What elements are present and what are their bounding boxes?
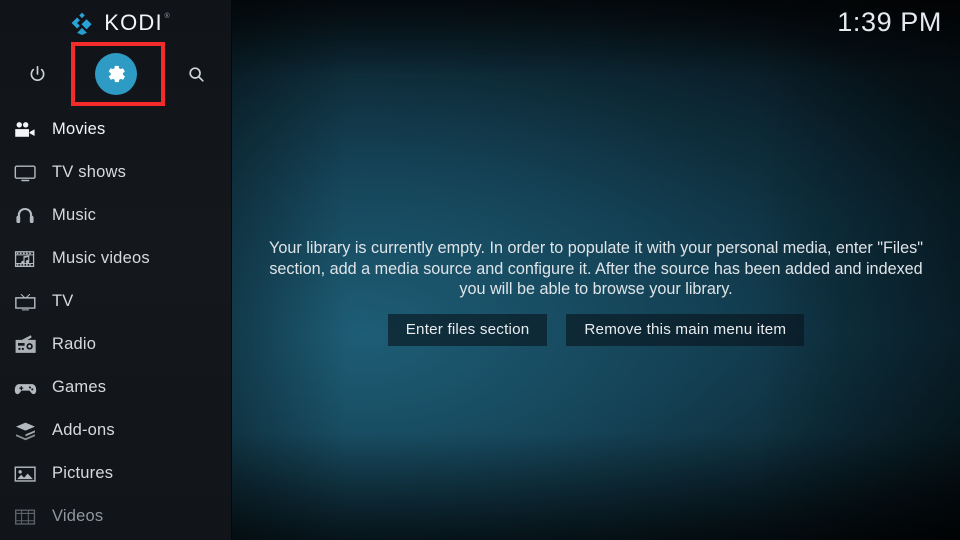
settings-gear-circle bbox=[95, 53, 137, 95]
sidebar-item-add-ons[interactable]: Add-ons bbox=[0, 409, 232, 452]
sidebar-item-label: Radio bbox=[52, 335, 97, 353]
empty-library-buttons: Enter files section Remove this main men… bbox=[232, 313, 960, 346]
kodi-logo: KODI ® bbox=[0, 6, 232, 40]
kodi-wordmark-text: KODI bbox=[104, 10, 163, 35]
television-icon bbox=[10, 160, 40, 186]
sidebar-item-label: Add-ons bbox=[52, 421, 115, 439]
sidebar-item-label: Movies bbox=[52, 120, 106, 138]
power-icon[interactable] bbox=[9, 46, 65, 102]
tv-crt-icon bbox=[10, 289, 40, 315]
sidebar-item-label: Videos bbox=[52, 507, 104, 525]
search-icon[interactable] bbox=[168, 46, 224, 102]
headphones-icon bbox=[10, 203, 40, 229]
sidebar-item-radio[interactable]: Radio bbox=[0, 323, 232, 366]
sidebar-item-label: TV bbox=[52, 292, 74, 310]
film-note-icon bbox=[10, 246, 40, 272]
sidebar-item-tv[interactable]: TV bbox=[0, 280, 232, 323]
sidebar-item-games[interactable]: Games bbox=[0, 366, 232, 409]
addon-box-icon bbox=[10, 418, 40, 444]
gamepad-icon bbox=[10, 375, 40, 401]
kodi-home-screen: KODI ® Movies TV shows Music Music video… bbox=[0, 0, 960, 540]
film-strip-icon bbox=[10, 504, 40, 530]
enter-files-section-button[interactable]: Enter files section bbox=[387, 313, 548, 346]
kodi-trademark: ® bbox=[164, 13, 171, 20]
sidebar-item-label: Music videos bbox=[52, 249, 150, 267]
settings-gear-icon[interactable] bbox=[88, 46, 144, 102]
movie-camera-icon bbox=[10, 117, 40, 143]
picture-icon bbox=[10, 461, 40, 487]
sidebar-item-tv-shows[interactable]: TV shows bbox=[0, 151, 232, 194]
sidebar-item-movies[interactable]: Movies bbox=[0, 108, 232, 151]
sidebar-item-music[interactable]: Music bbox=[0, 194, 232, 237]
kodi-logo-icon bbox=[69, 10, 95, 36]
kodi-wordmark: KODI ® bbox=[104, 10, 169, 35]
top-icon-row bbox=[0, 46, 232, 102]
sidebar-item-videos[interactable]: Videos bbox=[0, 495, 232, 538]
sidebar: KODI ® Movies TV shows Music Music video… bbox=[0, 0, 232, 540]
empty-library-message: Your library is currently empty. In orde… bbox=[269, 239, 923, 299]
main-content: 1:39 PM Your library is currently empty.… bbox=[232, 0, 960, 540]
radio-icon bbox=[10, 332, 40, 358]
sidebar-item-label: Music bbox=[52, 206, 97, 224]
clock: 1:39 PM bbox=[837, 7, 942, 37]
main-menu: Movies TV shows Music Music videos TV Ra… bbox=[0, 108, 232, 538]
sidebar-item-label: Games bbox=[52, 378, 107, 396]
sidebar-item-label: Pictures bbox=[52, 464, 114, 482]
sidebar-item-pictures[interactable]: Pictures bbox=[0, 452, 232, 495]
remove-main-menu-item-button[interactable]: Remove this main menu item bbox=[566, 313, 805, 346]
empty-library-panel: Your library is currently empty. In orde… bbox=[232, 238, 960, 346]
sidebar-item-music-videos[interactable]: Music videos bbox=[0, 237, 232, 280]
sidebar-item-label: TV shows bbox=[52, 163, 127, 181]
